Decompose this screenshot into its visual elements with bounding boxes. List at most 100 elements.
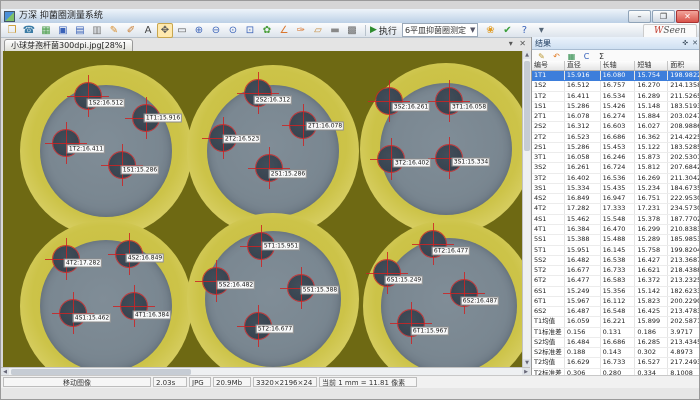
pin-icon[interactable]: ✜ (682, 39, 688, 47)
table-cell: 6S1 (532, 287, 565, 296)
sum-icon[interactable]: Σ (595, 51, 608, 62)
table-cell: 213.4783 (668, 307, 700, 316)
measure-line-icon[interactable]: ✑ (293, 23, 309, 38)
image-canvas[interactable]: 1S2:16.5121T1:15.9161T2:16.4111S1:15.286… (1, 51, 522, 367)
table-row[interactable]: 5S115.38815.48815.289185.9853 (532, 235, 700, 245)
table-row[interactable]: T2均值16.62916.73316.527217.2493 (532, 358, 700, 368)
measurement-label: 1T2:16.411 (67, 145, 105, 154)
help-icon[interactable]: ? (516, 23, 532, 38)
print-icon[interactable]: ▥ (89, 23, 105, 38)
toolbar-icons: ❐☎▦▣▤▥✎✐A✥▭⊕⊖⊙⊡✿∠✑▱▬▩ (4, 23, 361, 38)
run-button-label[interactable]: 执行 (379, 24, 397, 37)
help-dropdown-icon[interactable]: ▾ (533, 23, 549, 38)
table-row[interactable]: 5T216.67716.73316.621218.4388 (532, 266, 700, 276)
table-row[interactable]: 3S115.33415.43515.234184.6735 (532, 184, 700, 194)
table-row[interactable]: S2标准差0.1880.1430.3024.8973 (532, 348, 700, 358)
table-row[interactable]: 4S216.84916.94716.751222.9530 (532, 194, 700, 204)
vscroll-thumb[interactable] (524, 61, 530, 151)
maximize-button[interactable]: ❐ (652, 10, 675, 23)
table-row[interactable]: 6T115.96716.11215.823200.2290 (532, 297, 700, 307)
table-cell: 5S2 (532, 256, 565, 265)
zoom-fit-icon[interactable]: ⊡ (242, 23, 258, 38)
table-cell: 203.0247 (668, 112, 700, 121)
erase-icon[interactable]: ▬ (327, 23, 343, 38)
table-row[interactable]: T1均值16.05916.22115.899202.5871 (532, 317, 700, 327)
table-cell: 1T2 (532, 92, 565, 101)
table-cell: 3S2 (532, 163, 565, 172)
table-cell: 185.9853 (668, 235, 700, 244)
zoom-in-icon[interactable]: ⊕ (191, 23, 207, 38)
close-button[interactable]: ✕ (676, 10, 699, 23)
clear-icon[interactable]: C (580, 51, 593, 62)
tab-close-icon[interactable]: ✕ (519, 39, 526, 48)
panel-close-icon[interactable]: ✕ (692, 39, 698, 47)
table-row[interactable]: 2S115.28615.45315.122183.5285 (532, 143, 700, 153)
gallery-icon[interactable]: ▦ (38, 23, 54, 38)
draw-icon[interactable]: ✐ (123, 23, 139, 38)
table-row[interactable]: 5T115.95116.14515.758199.8204 (532, 246, 700, 256)
open-image-icon[interactable]: ❐ (4, 23, 20, 38)
measurement-label: 3S2:16.261 (392, 103, 430, 112)
calibrate-icon[interactable]: ▱ (310, 23, 326, 38)
table-cell: 0.156 (565, 328, 601, 337)
mark-icon[interactable]: ✎ (535, 51, 548, 62)
table-cell: 16.849 (565, 194, 601, 203)
table-row[interactable]: 2S216.31216.60316.027208.9886 (532, 122, 700, 132)
vertical-scrollbar[interactable]: ▲ ▼ (522, 51, 530, 367)
desktop-strip (1, 1, 700, 9)
save-all-icon[interactable]: ▤ (72, 23, 88, 38)
undo-icon[interactable]: ↶ (550, 51, 563, 62)
edit-pencil-icon[interactable]: ✎ (106, 23, 122, 38)
table-row[interactable]: 3S216.26116.72415.812207.6842 (532, 163, 700, 173)
brand-logo-text: Seen (663, 26, 686, 36)
tab-list-icon[interactable]: ▾ (509, 39, 513, 48)
table-row[interactable]: 2T216.52316.68616.362214.4225 (532, 133, 700, 143)
zoom-actual-icon[interactable]: ⊙ (225, 23, 241, 38)
table-row[interactable]: 1T115.91616.08015.754198.9822 (532, 71, 700, 81)
scroll-up-icon[interactable]: ▲ (523, 51, 531, 59)
table-cell: 15.426 (601, 102, 636, 111)
measure-angle-icon[interactable]: ∠ (276, 23, 292, 38)
picker-icon[interactable]: ✿ (259, 23, 275, 38)
select-region-icon[interactable]: ▭ (174, 23, 190, 38)
table-row[interactable]: 1T216.41116.53416.289211.5265 (532, 92, 700, 102)
minimize-button[interactable]: – (628, 10, 651, 23)
export-excel-icon[interactable]: ▦ (565, 51, 578, 62)
table-row[interactable]: 3T116.05816.24615.873202.5301 (532, 153, 700, 163)
table-row[interactable]: S2均值16.48416.68616.285213.4345 (532, 338, 700, 348)
table-row[interactable]: 1S115.28615.42615.148183.5193 (532, 102, 700, 112)
table-row[interactable]: 4T116.38416.47016.299210.8383 (532, 225, 700, 235)
table-row[interactable]: 6S216.48716.54816.425213.4783 (532, 307, 700, 317)
results-table[interactable]: 编号直径长轴短轴面积1T115.91616.08015.754198.98221… (532, 61, 700, 375)
table-row[interactable]: 3T216.40216.53616.269211.3042 (532, 174, 700, 184)
pan-hand-icon[interactable]: ✥ (157, 23, 173, 38)
save-icon[interactable]: ▣ (55, 23, 71, 38)
petri-dish: 1S2:16.5121T1:15.9161T2:16.4111S1:15.286 (20, 65, 192, 237)
table-cell: 17.282 (565, 204, 601, 213)
run-group[interactable]: ▶ 执行 (370, 24, 397, 37)
grid-icon[interactable]: ▩ (344, 23, 360, 38)
table-cell: 15.286 (565, 143, 601, 152)
text-label-icon[interactable]: A (140, 23, 156, 38)
confirm-icon[interactable]: ✔ (499, 23, 515, 38)
table-cell: 5T1 (532, 246, 565, 255)
table-row[interactable]: 6T216.47716.58316.372213.2325 (532, 276, 700, 286)
table-cell: 4.8973 (668, 348, 700, 357)
table-row[interactable]: 5S216.48216.53816.427213.3687 (532, 256, 700, 266)
table-row[interactable]: T1标准差0.1560.1310.1863.9717 (532, 328, 700, 338)
table-cell: 15.142 (635, 287, 668, 296)
table-cell: 213.3687 (668, 256, 700, 265)
table-row[interactable]: 4T217.28217.33317.231234.5730 (532, 204, 700, 214)
window-title: 万深 抑菌圈测量系统 (19, 9, 103, 23)
table-row[interactable]: 2T116.07816.27415.884203.0247 (532, 112, 700, 122)
scroll-down-icon[interactable]: ▼ (523, 359, 531, 367)
horizontal-scrollbar[interactable]: ◀ ▶ (1, 367, 530, 375)
acquire-icon[interactable]: ☎ (21, 23, 37, 38)
measure-mode-select[interactable]: 6平皿抑菌圈测定 ▼ (402, 23, 478, 37)
table-cell: 183.5285 (668, 143, 700, 152)
settings-flower-icon[interactable]: ❀ (482, 23, 498, 38)
table-row[interactable]: 1S216.51216.75716.270214.1358 (532, 81, 700, 91)
table-row[interactable]: 6S115.24915.35615.142182.6233 (532, 287, 700, 297)
zoom-out-icon[interactable]: ⊖ (208, 23, 224, 38)
table-row[interactable]: 4S115.46215.54815.378187.7702 (532, 215, 700, 225)
